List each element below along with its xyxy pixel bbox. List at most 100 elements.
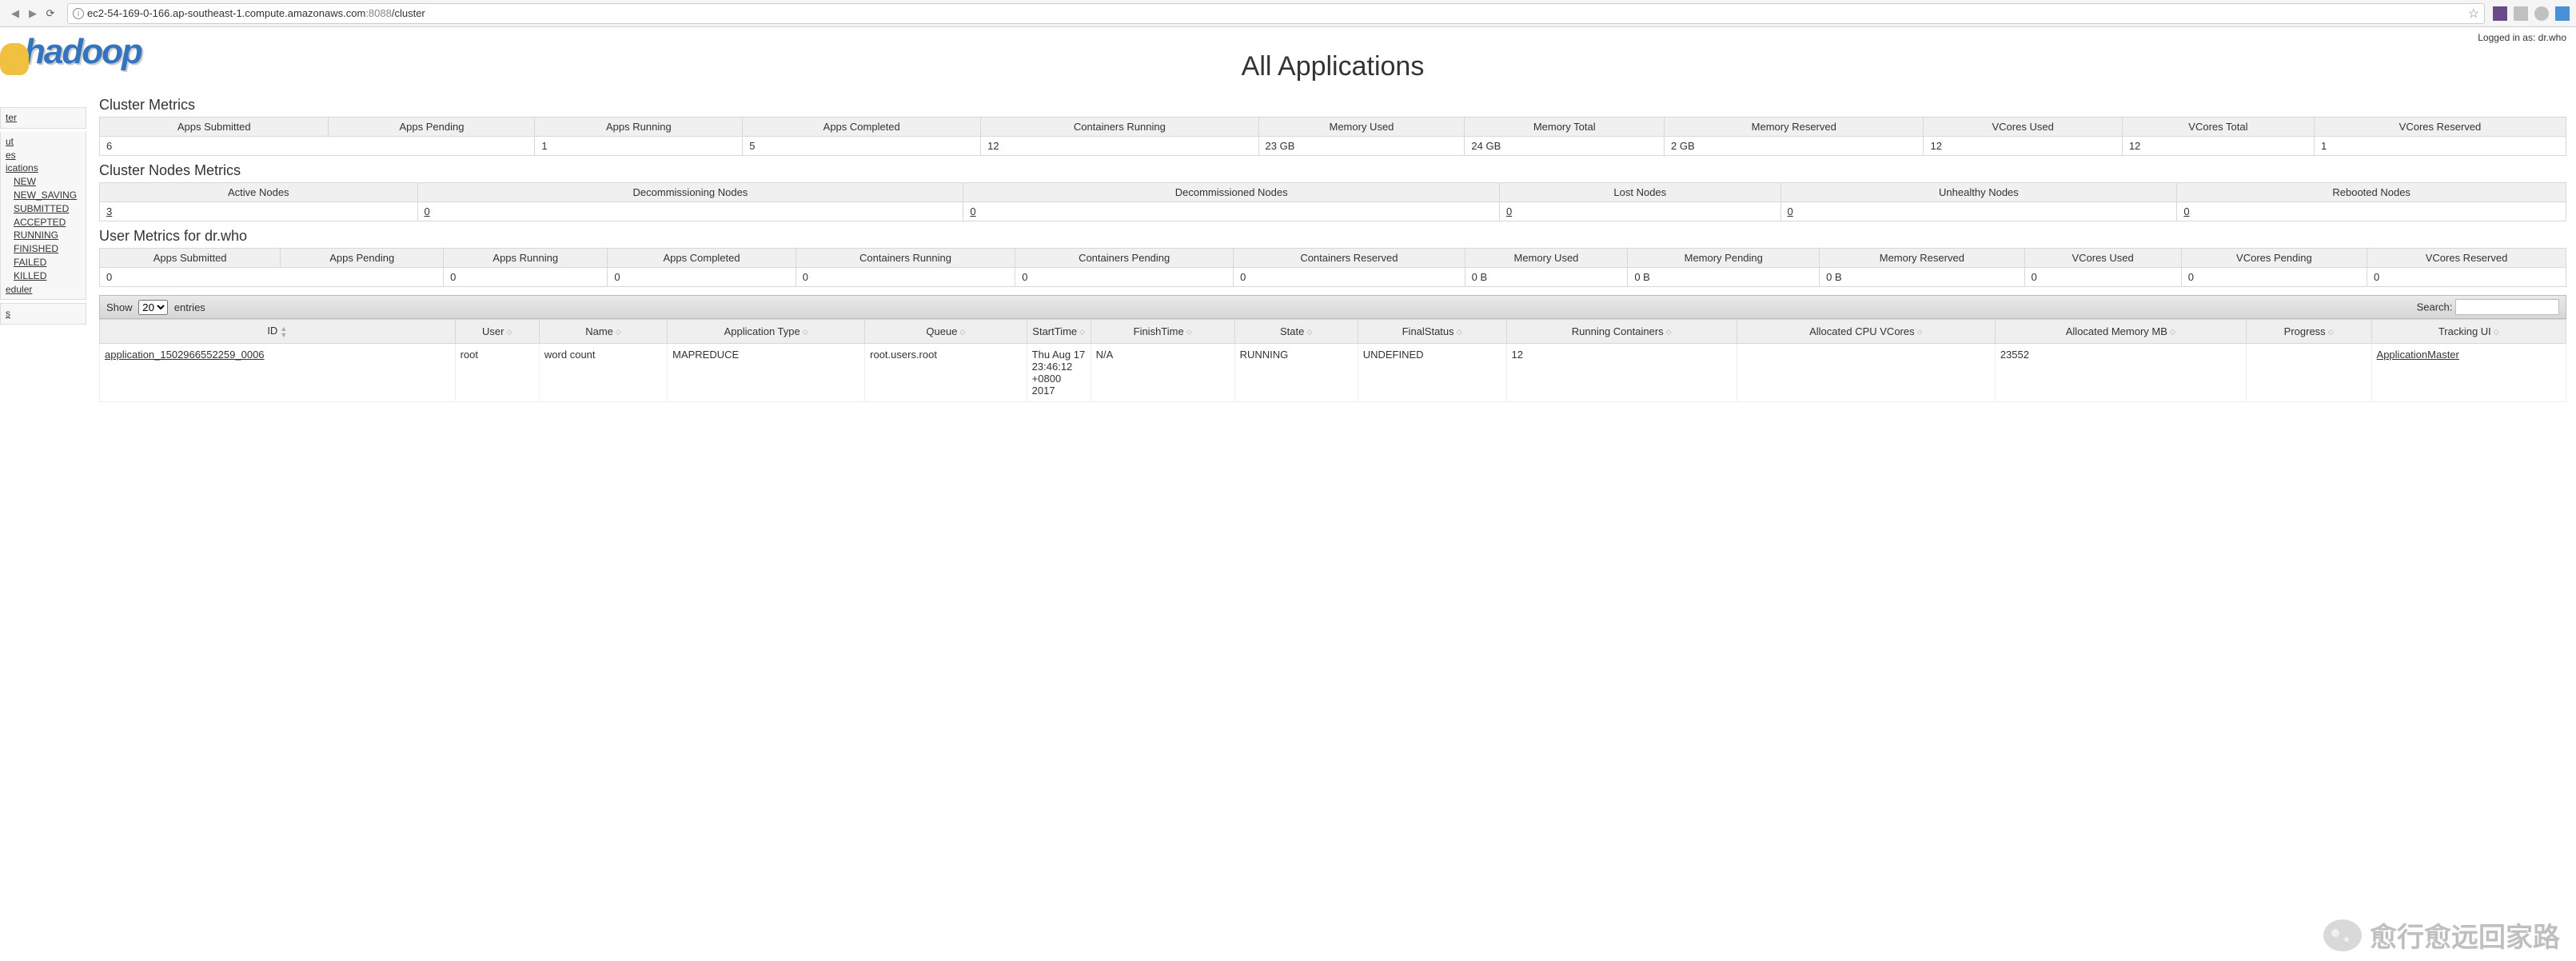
url-host: ec2-54-169-0-166.ap-southeast-1.compute.… (87, 7, 365, 19)
active-nodes-link[interactable]: 3 (106, 205, 112, 217)
col-header-user[interactable]: User◇ (455, 320, 539, 344)
sidebar-states: NEW NEW_SAVING SUBMITTED ACCEPTED RUNNIN… (6, 175, 81, 282)
sort-icon: ◇ (803, 329, 808, 335)
cell: 0 (963, 202, 1500, 221)
sidebar-item-tools[interactable]: s (6, 307, 81, 321)
section-cluster-metrics: Cluster Metrics (99, 97, 2566, 114)
applications-table: ID▲▼ User◇ Name◇ Application Type◇ Queue… (99, 319, 2566, 402)
table-header-row: Active Nodes Decommissioning Nodes Decom… (100, 183, 2566, 202)
col-header-tracking[interactable]: Tracking UI◇ (2371, 320, 2566, 344)
sidebar-item-state[interactable]: NEW (14, 175, 81, 189)
cell-id: application_1502966552259_0006 (100, 343, 456, 401)
entries-select[interactable]: 20 (138, 300, 168, 315)
col-header: VCores Used (1924, 118, 2122, 137)
col-header-finish[interactable]: FinishTime◇ (1091, 320, 1234, 344)
cell: 0 (608, 268, 796, 287)
col-header-start[interactable]: StartTime◇ (1027, 320, 1091, 344)
sort-icon: ◇ (2328, 329, 2334, 335)
col-header-final[interactable]: FinalStatus◇ (1358, 320, 1506, 344)
cell: 12 (1924, 137, 2122, 156)
hadoop-logo[interactable]: hadoop (0, 32, 142, 72)
col-header: Memory Reserved (1665, 118, 1924, 137)
col-header-name[interactable]: Name◇ (539, 320, 667, 344)
col-header: Apps Submitted (100, 118, 329, 137)
cell-queue: root.users.root (865, 343, 1027, 401)
browser-chrome: ◀ ▶ ⟳ i ec2-54-169-0-166.ap-southeast-1.… (0, 0, 2576, 27)
forward-button[interactable]: ▶ (24, 5, 42, 22)
col-header-progress[interactable]: Progress◇ (2246, 320, 2371, 344)
col-header: Apps Pending (281, 249, 444, 268)
extension-icon[interactable] (2555, 6, 2570, 21)
extension-icon[interactable] (2493, 6, 2507, 21)
sidebar: ter ut es ications NEW NEW_SAVING SUBMIT… (0, 27, 86, 418)
col-header: Apps Submitted (100, 249, 281, 268)
cell: 3 (100, 202, 418, 221)
col-header: Apps Running (444, 249, 608, 268)
extension-icon[interactable] (2514, 6, 2528, 21)
sidebar-item-state[interactable]: NEW_SAVING (14, 189, 81, 202)
back-button[interactable]: ◀ (6, 5, 24, 22)
sidebar-item-state[interactable]: RUNNING (14, 229, 81, 242)
sidebar-item-state[interactable]: FAILED (14, 256, 81, 269)
extension-icon[interactable] (2534, 6, 2549, 21)
tracking-link[interactable]: ApplicationMaster (2377, 349, 2459, 361)
col-header-mem[interactable]: Allocated Memory MB◇ (1995, 320, 2246, 344)
app-id-link[interactable]: application_1502966552259_0006 (105, 349, 265, 361)
sidebar-item-scheduler[interactable]: eduler (6, 283, 81, 297)
cell: 12 (2122, 137, 2314, 156)
sidebar-item-nodes[interactable]: es (6, 149, 81, 162)
sort-icon: ◇ (1079, 329, 1085, 335)
cell-containers: 12 (1506, 343, 1737, 401)
sidebar-item-cluster[interactable]: ter (6, 111, 81, 125)
col-header: Decommissioned Nodes (963, 183, 1500, 202)
cell-type: MAPREDUCE (668, 343, 865, 401)
sidebar-cluster: ter (0, 107, 86, 129)
decommissioning-link[interactable]: 0 (425, 205, 430, 217)
search-label: Search: (2417, 301, 2453, 313)
search-input[interactable] (2455, 299, 2559, 315)
col-header-id[interactable]: ID▲▼ (100, 320, 456, 344)
cell: 0 (1015, 268, 1234, 287)
col-header: Decommissioning Nodes (417, 183, 963, 202)
sort-icon: ◇ (959, 329, 965, 335)
unhealthy-link[interactable]: 0 (1788, 205, 1793, 217)
cell: 0 B (1465, 268, 1628, 287)
cell: 0 (1500, 202, 1781, 221)
sidebar-item-state[interactable]: KILLED (14, 269, 81, 283)
table-row: 3 0 0 0 0 0 (100, 202, 2566, 221)
table-header-row: Apps Submitted Apps Pending Apps Running… (100, 118, 2566, 137)
sidebar-tools: s (0, 303, 86, 325)
info-icon[interactable]: i (73, 8, 84, 19)
rebooted-link[interactable]: 0 (2183, 205, 2189, 217)
col-header-cpu[interactable]: Allocated CPU VCores◇ (1737, 320, 1995, 344)
cell: 0 (2181, 268, 2367, 287)
col-header: Memory Pending (1628, 249, 1820, 268)
col-header: Memory Reserved (1820, 249, 2024, 268)
col-header: Containers Running (981, 118, 1258, 137)
cell-final: UNDEFINED (1358, 343, 1506, 401)
bookmark-star-icon[interactable]: ☆ (2468, 6, 2479, 22)
url-bar[interactable]: i ec2-54-169-0-166.ap-southeast-1.comput… (67, 3, 2485, 24)
col-header-type[interactable]: Application Type◇ (668, 320, 865, 344)
cell: 23 GB (1258, 137, 1465, 156)
cell-name: word count (539, 343, 667, 401)
sidebar-item-applications[interactable]: ications (6, 161, 81, 175)
decommissioned-link[interactable]: 0 (970, 205, 975, 217)
sidebar-item-state[interactable]: SUBMITTED (14, 202, 81, 216)
col-header-state[interactable]: State◇ (1234, 320, 1358, 344)
cluster-metrics-table: Apps Submitted Apps Pending Apps Running… (99, 117, 2566, 156)
sidebar-item-state[interactable]: ACCEPTED (14, 216, 81, 229)
sidebar-item-about[interactable]: ut (6, 135, 81, 149)
nodes-metrics-table: Active Nodes Decommissioning Nodes Decom… (99, 182, 2566, 221)
sort-icon: ▲▼ (280, 325, 287, 338)
login-status: Logged in as: dr.who (2478, 32, 2566, 43)
cell: 0 (1234, 268, 1465, 287)
user-metrics-table: Apps Submitted Apps Pending Apps Running… (99, 248, 2566, 287)
watermark-text: 愈行愈远回家路 (2370, 915, 2560, 955)
col-header-containers[interactable]: Running Containers◇ (1506, 320, 1737, 344)
sidebar-item-state[interactable]: FINISHED (14, 242, 81, 256)
reload-button[interactable]: ⟳ (42, 5, 59, 22)
lost-nodes-link[interactable]: 0 (1506, 205, 1512, 217)
col-header: Memory Used (1258, 118, 1465, 137)
col-header-queue[interactable]: Queue◇ (865, 320, 1027, 344)
